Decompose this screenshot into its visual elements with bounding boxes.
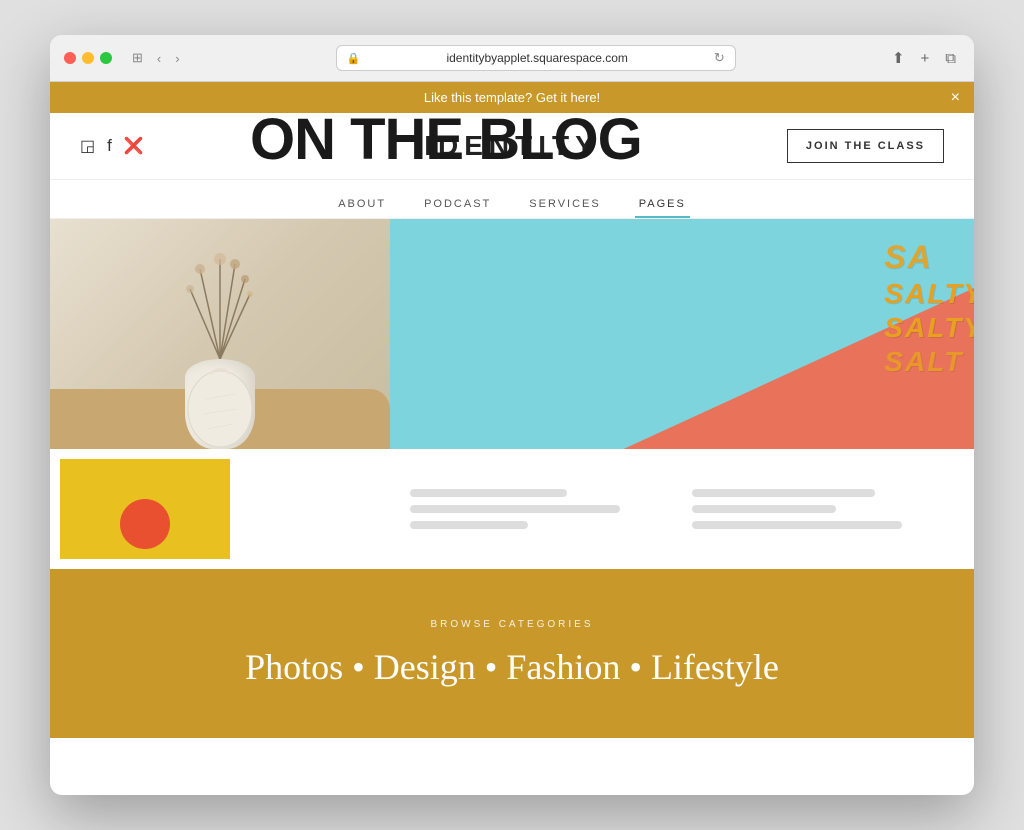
salty-line-1: SA (884, 239, 974, 276)
minimize-traffic-light[interactable] (82, 52, 94, 64)
new-tab-button[interactable]: + (917, 48, 934, 69)
browse-section: BROWSE CATEGORIES Photos • Design • Fash… (50, 569, 974, 738)
gray-bar-2 (410, 505, 620, 513)
browser-window: ⊞ ‹ › 🔒 identitybyapplet.squarespace.com… (50, 35, 974, 795)
nav-about[interactable]: ABOUT (334, 190, 390, 218)
url-display: identitybyapplet.squarespace.com (366, 51, 707, 65)
header-cta: JOIN THE CLASS (656, 129, 944, 163)
orange-circle-decoration (120, 499, 170, 549)
content-placeholder (410, 489, 672, 529)
traffic-lights (64, 52, 112, 64)
fullscreen-traffic-light[interactable] (100, 52, 112, 64)
close-traffic-light[interactable] (64, 52, 76, 64)
nav-pages[interactable]: PAGES (635, 190, 690, 218)
salty-line-2: SALTY (884, 278, 974, 310)
instagram-link[interactable]: ◲ (80, 136, 95, 156)
content-section (50, 449, 974, 569)
hero-left-image (50, 219, 390, 449)
page-content: Like this template? Get it here! × ◲ f ❌… (50, 82, 974, 795)
lock-icon: 🔒 (347, 52, 361, 65)
nav-podcast[interactable]: PODCAST (420, 190, 495, 218)
window-controls: ⊞ ‹ › (128, 48, 184, 68)
vase-image (50, 219, 390, 449)
facebook-link[interactable]: f (107, 136, 112, 156)
content-left (50, 449, 390, 569)
browser-titlebar: ⊞ ‹ › 🔒 identitybyapplet.squarespace.com… (50, 35, 974, 81)
hero-background: SA SALTY SALTY SALT (390, 219, 974, 449)
salty-line-4: SALT (884, 346, 974, 378)
gray-bar-6 (692, 521, 902, 529)
banner-text: Like this template? Get it here! (424, 90, 600, 105)
gray-bar-3 (410, 521, 528, 529)
salty-text-overlay: SA SALTY SALTY SALT (884, 239, 974, 378)
hero-right-image: SA SALTY SALTY SALT (390, 219, 974, 449)
gray-bar-4 (692, 489, 875, 497)
browse-label: BROWSE CATEGORIES (80, 619, 944, 630)
vase-body (185, 359, 255, 449)
content-placeholder-2 (692, 489, 954, 529)
back-button[interactable]: ‹ (153, 48, 165, 68)
salty-line-3: SALTY (884, 312, 974, 344)
forward-button[interactable]: › (171, 48, 183, 68)
vase-svg (185, 359, 255, 449)
blog-title-wrapper: ON THE BLOG (250, 111, 642, 169)
flower-svg (170, 239, 270, 359)
gray-bar-1 (410, 489, 567, 497)
share-button[interactable]: ⬆ (888, 47, 909, 69)
duplicate-tab-button[interactable]: ⧉ (941, 48, 960, 69)
browse-categories: Photos • Design • Fashion • Lifestyle (80, 646, 944, 688)
vase-scene (170, 239, 270, 449)
reload-icon[interactable]: ↻ (714, 50, 725, 66)
hero-section: SA SALTY SALTY SALT (50, 219, 974, 449)
banner-close-button[interactable]: × (951, 89, 960, 107)
browser-chrome: ⊞ ‹ › 🔒 identitybyapplet.squarespace.com… (50, 35, 974, 82)
nav-services[interactable]: SERVICES (525, 190, 604, 218)
blog-title-text: ON THE BLOG (250, 107, 642, 172)
browser-actions: ⬆ + ⧉ (888, 47, 960, 69)
join-class-button[interactable]: JOIN THE CLASS (787, 129, 944, 163)
sidebar-toggle-button[interactable]: ⊞ (128, 48, 147, 68)
content-right (390, 449, 974, 569)
pinterest-link[interactable]: ❌ (124, 136, 144, 156)
site-navigation: ABOUT PODCAST SERVICES PAGES (50, 180, 974, 219)
address-bar[interactable]: 🔒 identitybyapplet.squarespace.com ↻ (336, 45, 736, 71)
yellow-card (60, 459, 230, 559)
gray-bar-5 (692, 505, 836, 513)
